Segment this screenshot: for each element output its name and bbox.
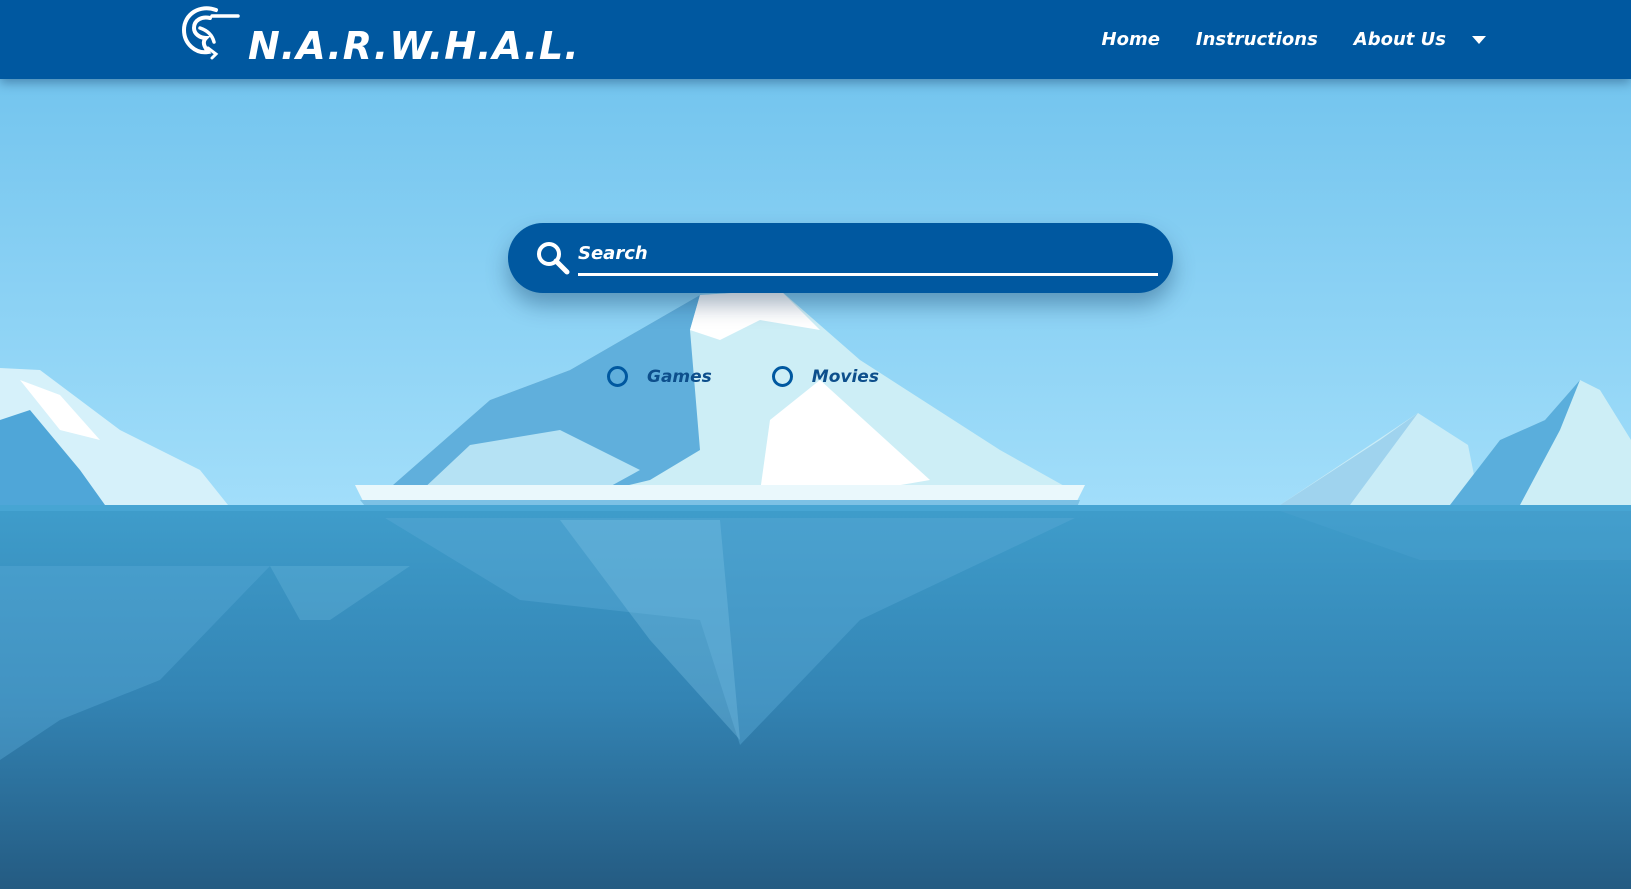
games-radio[interactable] xyxy=(607,366,628,387)
brand-name: N.A.R.W.H.A.L. xyxy=(248,23,580,68)
nav-instructions-link[interactable]: Instructions xyxy=(1196,29,1318,50)
search-icon[interactable] xyxy=(534,239,572,277)
top-navbar: N.A.R.W.H.A.L. Home Instructions About U… xyxy=(0,0,1631,79)
search-input[interactable] xyxy=(578,233,1158,276)
iceberg-background xyxy=(0,0,1631,889)
games-label: Games xyxy=(647,366,712,387)
nav-home-link[interactable]: Home xyxy=(1102,29,1160,50)
option-games[interactable]: Games xyxy=(607,366,712,387)
movies-radio[interactable] xyxy=(771,366,793,387)
option-movies[interactable]: Movies xyxy=(771,366,879,387)
movies-label: Movies xyxy=(811,366,879,387)
narwhal-icon xyxy=(181,5,240,59)
nav-about-us-link[interactable]: About Us xyxy=(1354,29,1446,50)
category-options: Games Movies xyxy=(607,366,939,387)
nav-menu: Home Instructions About Us xyxy=(1066,0,1486,79)
search-bar xyxy=(508,223,1173,293)
brand-logo[interactable]: N.A.R.W.H.A.L. xyxy=(178,0,580,79)
page: N.A.R.W.H.A.L. Home Instructions About U… xyxy=(0,0,1631,889)
caret-down-icon[interactable] xyxy=(1472,35,1486,44)
